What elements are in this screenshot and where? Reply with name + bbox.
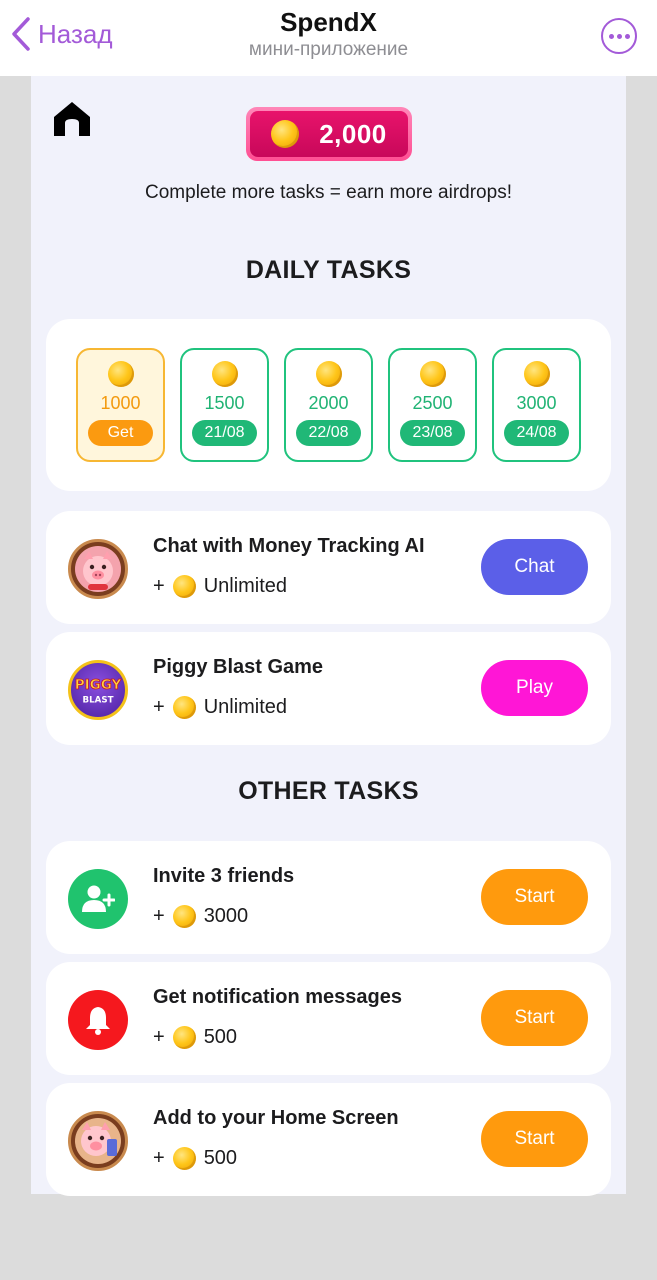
task-name: Piggy Blast Game (153, 656, 324, 678)
daily-checkin-card: 1000 Get 1500 21/08 2000 22/08 2500 23/0… (46, 319, 611, 491)
day-1000[interactable]: 1000 Get (76, 348, 165, 462)
main-panel: 2,000 Complete more tasks = earn more ai… (31, 76, 626, 1196)
more-options-button[interactable] (601, 18, 637, 54)
day-2000[interactable]: 2000 22/08 (284, 348, 373, 462)
day-amount: 1500 (204, 393, 245, 413)
day-3000[interactable]: 3000 24/08 (492, 348, 581, 462)
coin-icon (172, 1146, 196, 1170)
coin-icon (271, 120, 300, 148)
plus-sign: + (153, 1146, 165, 1169)
start-button[interactable]: Start (481, 869, 588, 925)
other-tasks-title: OTHER TASKS (238, 777, 419, 805)
plus-sign: + (153, 695, 165, 718)
task-name: Add to your Home Screen (153, 1107, 399, 1129)
task-reward: + 500 (153, 1145, 237, 1171)
task-invite-friends: Invite 3 friends + 3000 Start (46, 841, 611, 954)
balance-badge: 2,000 (246, 107, 412, 161)
task-notifications: Get notification messages + 500 Start (46, 962, 611, 1075)
plus-sign: + (153, 1025, 165, 1048)
task-add-home-screen: Add to your Home Screen + 500 Start (46, 1083, 611, 1196)
plus-sign: + (153, 904, 165, 927)
plus-sign: + (153, 574, 165, 597)
pig-avatar-icon (68, 539, 128, 599)
task-reward: + Unlimited (153, 694, 287, 720)
reward-value: Unlimited (203, 695, 288, 718)
coin-icon (211, 361, 238, 387)
play-button[interactable]: Play (481, 660, 588, 716)
day-date: 22/08 (296, 420, 361, 446)
task-piggy-blast: PIGGY BLAST Piggy Blast Game + Unlimited… (46, 632, 611, 745)
piggy-logo-text: PIGGY (75, 677, 122, 693)
chat-button[interactable]: Chat (481, 539, 588, 595)
task-reward: + 500 (153, 1024, 237, 1050)
task-name: Chat with Money Tracking AI (153, 535, 425, 557)
day-2500[interactable]: 2500 23/08 (388, 348, 477, 462)
day-1500[interactable]: 1500 21/08 (180, 348, 269, 462)
piggy-blast-logo-icon: PIGGY BLAST (68, 660, 128, 720)
app-subtitle: мини-приложение (248, 39, 409, 60)
day-date: 21/08 (192, 420, 257, 446)
task-name: Invite 3 friends (153, 865, 295, 887)
reward-value: 500 (203, 1146, 238, 1169)
coin-icon (315, 361, 342, 387)
reward-value: 3000 (203, 904, 249, 927)
balance-amount: 2,000 (319, 118, 387, 149)
day-date: 23/08 (400, 420, 465, 446)
day-amount: 3000 (516, 393, 557, 413)
reward-value: 500 (203, 1025, 238, 1048)
coin-icon (107, 361, 134, 387)
coin-icon (523, 361, 550, 387)
coin-icon (172, 904, 196, 928)
coin-icon (172, 574, 196, 598)
task-name: Get notification messages (153, 986, 402, 1008)
coin-icon (172, 1025, 196, 1049)
top-bar: Назад SpendX мини-приложение (0, 0, 657, 76)
task-chat-ai: Chat with Money Tracking AI + Unlimited … (46, 511, 611, 624)
task-reward: + Unlimited (153, 573, 287, 599)
more-dots-icon (608, 33, 614, 39)
day-amount: 1000 (100, 393, 141, 413)
pig-phone-icon (68, 1111, 128, 1171)
bell-icon (68, 990, 128, 1050)
coin-icon (172, 695, 196, 719)
day-amount: 2500 (412, 393, 453, 413)
day-amount: 2000 (308, 393, 349, 413)
home-icon[interactable] (51, 98, 93, 140)
daily-tasks-title: DAILY TASKS (245, 256, 412, 284)
get-button[interactable]: Get (88, 420, 153, 446)
day-date: 24/08 (504, 420, 569, 446)
start-button[interactable]: Start (481, 990, 588, 1046)
reward-value: Unlimited (203, 574, 288, 597)
task-reward: + 3000 (153, 903, 248, 929)
title-block: SpendX мини-приложение (0, 6, 657, 62)
app-title: SpendX (280, 7, 377, 37)
start-button[interactable]: Start (481, 1111, 588, 1167)
add-user-icon (68, 869, 128, 929)
tagline: Complete more tasks = earn more airdrops… (145, 182, 512, 203)
blast-logo-text: BLAST (83, 696, 114, 706)
coin-icon (419, 361, 446, 387)
